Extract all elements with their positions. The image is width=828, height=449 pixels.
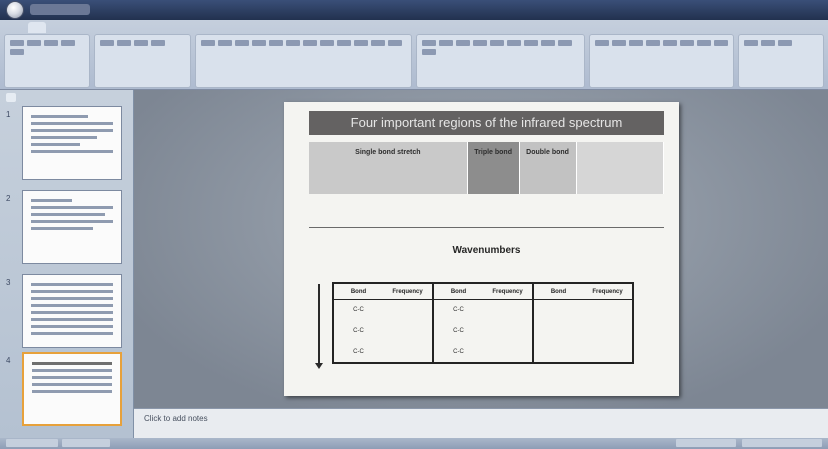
frequency-table: Bond Frequency C-C C-C C-C Bond Frequenc… [332,282,634,364]
ribbon [0,20,828,90]
ribbon-group-slides[interactable] [93,34,192,88]
ribbon-tab-slide-show[interactable] [117,22,135,33]
slide-number: 4 [6,356,11,365]
title-bar [0,0,828,20]
table-column: Bond Frequency [534,284,632,362]
down-arrow-icon [315,284,323,369]
region-fingerprint [576,142,665,194]
ribbon-body [4,34,824,88]
tab-outline[interactable] [20,93,22,102]
region-single-bond: Single bond stretch [309,142,468,194]
notes-pane[interactable]: Click to add notes [134,408,828,438]
table-column: Bond Frequency C-C C-C C-C [334,284,434,362]
slide-number: 3 [6,278,11,287]
table-header: Bond Frequency [434,284,532,300]
ribbon-group-paragraph[interactable] [416,34,586,88]
table-row: C-C [353,307,364,313]
slide-thumbnail[interactable] [22,190,122,264]
table-row: C-C [453,349,464,355]
tab-slides[interactable] [6,93,17,102]
slide-canvas[interactable]: Four important regions of the infrared s… [284,102,679,396]
status-slide-indicator [6,439,58,447]
table-row [534,321,632,342]
table-row: C-C [353,349,364,355]
table-column: Bond Frequency C-C C-C C-C [434,284,534,362]
ribbon-tab-home[interactable] [28,22,47,33]
ribbon-tab-addins[interactable] [184,22,202,33]
slide-thumbnail[interactable] [22,106,122,180]
ribbon-tab-insert[interactable] [50,22,68,33]
axis-title: Wavenumbers [452,245,521,256]
slide-thumbnail-selected[interactable] [22,352,122,426]
slide-title[interactable]: Four important regions of the infrared s… [309,111,664,135]
status-bar [0,438,828,449]
slides-pane: 1 2 3 4 [0,90,134,438]
zoom-slider[interactable] [742,439,822,447]
slide-editing-area[interactable]: Four important regions of the infrared s… [134,90,828,408]
quick-access-toolbar[interactable] [30,4,90,15]
table-header: Bond Frequency [534,284,632,300]
table-row [534,342,632,363]
ribbon-tab-design[interactable] [72,22,90,33]
ribbon-tab-animations[interactable] [95,22,113,33]
slide-thumbnail[interactable] [22,274,122,348]
wavenumber-axis [309,227,664,228]
ribbon-tabs [28,22,202,33]
region-triple-bond: Triple bond [467,142,520,194]
view-buttons[interactable] [676,439,736,447]
ribbon-tab-view[interactable] [161,22,179,33]
table-row: C-C [453,307,464,313]
table-row: C-C [453,328,464,334]
slide-number: 2 [6,194,11,203]
slide-number: 1 [6,110,11,119]
region-double-bond: Double bond [519,142,577,194]
office-button[interactable] [6,1,24,19]
status-theme [62,439,110,447]
ribbon-group-editing[interactable] [738,34,824,88]
table-row [534,300,632,321]
table-header: Bond Frequency [334,284,432,300]
spectrum-regions: Single bond stretch Triple bond Double b… [309,142,665,194]
ribbon-group-clipboard[interactable] [4,34,90,88]
notes-placeholder[interactable]: Click to add notes [144,414,208,423]
ribbon-group-drawing[interactable] [589,34,735,88]
ribbon-group-font[interactable] [195,34,412,88]
ribbon-tab-review[interactable] [139,22,157,33]
table-row: C-C [353,328,364,334]
pane-tabs [0,90,133,105]
